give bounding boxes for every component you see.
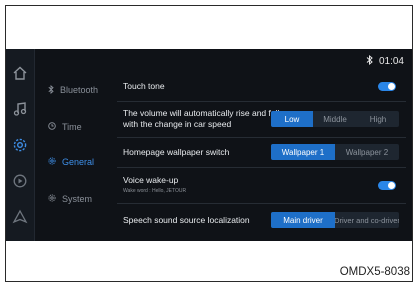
figure-code: OMDX5-8038 bbox=[339, 266, 410, 278]
option-wallpaper-2[interactable]: Wallpaper 2 bbox=[335, 144, 399, 160]
volume-label-line-2: with the change in car speed bbox=[123, 119, 232, 129]
gear-icon bbox=[48, 157, 56, 167]
menu-item-label: System bbox=[62, 194, 93, 204]
media-icon[interactable] bbox=[10, 171, 30, 191]
status-bar: 01:04 bbox=[366, 54, 404, 68]
infotainment-screen: 01:04 Bluetooth Time General System Touc… bbox=[6, 49, 412, 241]
home-icon[interactable] bbox=[10, 63, 30, 83]
gear-icon bbox=[48, 194, 56, 204]
menu-item-system[interactable]: System bbox=[48, 192, 92, 206]
volume-label-line-1: The volume will automatically rise and f… bbox=[123, 108, 280, 118]
navigation-icon[interactable] bbox=[10, 207, 30, 227]
speech-source-selector: Main driver Driver and co-driver bbox=[271, 212, 399, 228]
option-wallpaper-1[interactable]: Wallpaper 1 bbox=[271, 144, 335, 160]
voice-wakeup-toggle[interactable] bbox=[378, 181, 396, 190]
settings-icon[interactable] bbox=[10, 135, 30, 155]
volume-selector: Low Middle High bbox=[271, 111, 399, 127]
voice-wakeup-row: Voice wake-up Wake word : Hello, JETOUR bbox=[117, 167, 406, 204]
voice-wakeup-label: Voice wake-up bbox=[123, 175, 179, 185]
menu-item-time[interactable]: Time bbox=[48, 120, 82, 134]
speech-source-label: Speech sound source localization bbox=[123, 215, 250, 225]
menu-item-label: Bluetooth bbox=[60, 85, 99, 95]
volume-row: The volume will automatically rise and f… bbox=[117, 101, 406, 138]
wallpaper-selector: Wallpaper 1 Wallpaper 2 bbox=[271, 144, 399, 160]
clock-time: 01:04 bbox=[378, 55, 404, 67]
option-low[interactable]: Low bbox=[271, 111, 313, 127]
option-main-driver[interactable]: Main driver bbox=[271, 212, 335, 228]
wake-word-hint: Wake word : Hello, JETOUR bbox=[123, 188, 187, 194]
toggle-knob bbox=[388, 182, 395, 189]
left-rail bbox=[6, 49, 35, 241]
menu-item-general[interactable]: General bbox=[48, 155, 94, 169]
wallpaper-label: Homepage wallpaper switch bbox=[123, 147, 230, 157]
menu-item-label: Time bbox=[62, 122, 82, 132]
settings-category-menu: Bluetooth Time General System bbox=[36, 49, 114, 241]
menu-item-label: General bbox=[62, 157, 95, 167]
toggle-knob bbox=[388, 83, 395, 90]
bluetooth-icon bbox=[366, 54, 373, 68]
option-high[interactable]: High bbox=[357, 111, 399, 127]
speech-source-row: Speech sound source localization Main dr… bbox=[117, 203, 406, 239]
wallpaper-row: Homepage wallpaper switch Wallpaper 1 Wa… bbox=[117, 137, 406, 168]
touch-tone-label: Touch tone bbox=[123, 81, 165, 91]
general-settings-panel: Touch tone The volume will automatically… bbox=[117, 71, 412, 241]
option-driver-and-co-driver[interactable]: Driver and co-driver bbox=[335, 212, 399, 228]
clock-icon bbox=[48, 122, 56, 132]
touch-tone-row: Touch tone bbox=[117, 71, 406, 102]
option-middle[interactable]: Middle bbox=[313, 111, 357, 127]
touch-tone-toggle[interactable] bbox=[378, 82, 396, 91]
music-icon[interactable] bbox=[10, 99, 30, 119]
menu-item-bluetooth[interactable]: Bluetooth bbox=[48, 83, 98, 97]
bluetooth-icon bbox=[48, 84, 54, 96]
